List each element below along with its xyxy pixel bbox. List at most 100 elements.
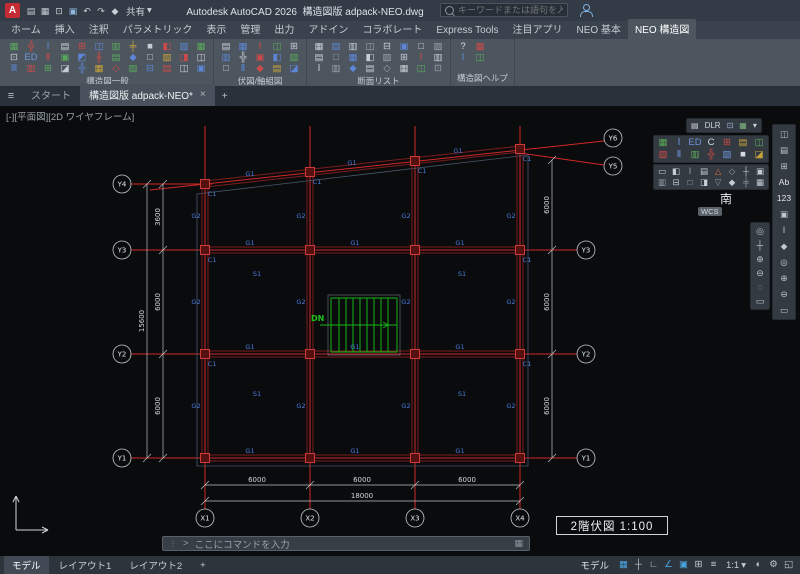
toolbar-icon[interactable]: ⊞ [773, 158, 795, 174]
toolbar-icon[interactable]: ▾ [750, 120, 760, 131]
toolbar-icon[interactable]: ◎ [773, 254, 795, 270]
ribbon-icon[interactable]: ▤ [108, 52, 124, 63]
toolbar-icon[interactable]: ▥ [655, 177, 669, 188]
toolbar-icon[interactable]: ⊕ [773, 270, 795, 286]
ribbon-icon[interactable]: ▥ [218, 52, 234, 63]
ribbon-tab-2[interactable]: 挿入 [48, 19, 82, 39]
tab-model[interactable]: モデル [4, 556, 49, 574]
ribbon-tab-13[interactable]: NEO 構造図 [628, 19, 696, 39]
ribbon-icon[interactable]: ◧ [362, 52, 378, 63]
ribbon-icon[interactable]: ◆ [345, 63, 361, 74]
command-line[interactable]: ⋮ > ここにコマンドを入力 ▦ [162, 536, 530, 551]
ribbon-tab-3[interactable]: 注釈 [82, 19, 116, 39]
ribbon-icon[interactable]: ◆ [252, 63, 268, 74]
model-space-toggle[interactable]: モデル [575, 558, 614, 572]
ribbon-tab-5[interactable]: 表示 [199, 19, 233, 39]
ribbon-icon[interactable]: ◧ [159, 41, 175, 52]
toolbar-icon[interactable]: ▧ [655, 149, 671, 161]
status-icon[interactable]: ▣ [676, 558, 691, 572]
help-search-box[interactable] [440, 3, 568, 17]
toolbar-icon[interactable]: ◪ [751, 149, 767, 161]
toolbar-icon[interactable]: 123 [773, 190, 795, 206]
toolbar-icon[interactable]: ◨ [697, 177, 711, 188]
ribbon-icon[interactable]: ▤ [57, 41, 73, 52]
qat-icon[interactable]: ◆ [108, 4, 122, 18]
toolbar-icon[interactable]: DLR [702, 120, 724, 131]
toolbar-icon[interactable]: ▤ [735, 137, 751, 149]
ribbon-icon[interactable]: ▨ [125, 63, 141, 74]
ribbon-icon[interactable]: □ [328, 52, 344, 63]
status-icon[interactable]: ◐ [751, 558, 766, 572]
ribbon-icon[interactable]: ⊡ [430, 63, 446, 74]
ribbon-tab-4[interactable]: パラメトリック [116, 19, 200, 39]
ribbon-icon[interactable]: ED [23, 52, 39, 63]
ribbon-tab-11[interactable]: 注目アプリ [505, 19, 569, 39]
ribbon-icon[interactable]: □ [413, 41, 429, 52]
ribbon-icon[interactable]: ╬ [23, 41, 39, 52]
close-icon[interactable]: × [200, 89, 206, 100]
toolbar-icon[interactable]: ▭ [773, 302, 795, 318]
nav-icon[interactable]: ◌ [751, 280, 769, 294]
ribbon-icon[interactable]: ▥ [23, 63, 39, 74]
ribbon-icon[interactable]: ▧ [159, 52, 175, 63]
toolbar-icon[interactable]: ◇ [725, 166, 739, 177]
ribbon-icon[interactable]: ▤ [218, 41, 234, 52]
share-button[interactable]: 共有 ▾ [126, 4, 152, 18]
status-icon[interactable]: ▦ [616, 558, 631, 572]
ribbon-icon[interactable]: ▣ [57, 52, 73, 63]
ribbon-icon[interactable]: ▨ [176, 41, 192, 52]
ribbon-icon[interactable]: □ [142, 52, 158, 63]
ribbon-icon[interactable]: Ⅰ [413, 52, 429, 63]
ribbon-icon[interactable]: ◫ [91, 41, 107, 52]
toolbar-icon[interactable]: △ [711, 166, 725, 177]
toolbar-icon[interactable]: ▦ [753, 177, 767, 188]
ribbon-icon[interactable]: ⊡ [6, 52, 22, 63]
toolbar-icon[interactable]: ▭ [655, 166, 669, 177]
ribbon-icon[interactable]: ▥ [108, 41, 124, 52]
ribbon-icon[interactable]: ▤ [159, 63, 175, 74]
toolbar-icon[interactable]: Ⅰ [671, 137, 687, 149]
ribbon-icon[interactable]: ▥ [430, 52, 446, 63]
ribbon-icon[interactable]: ▨ [430, 41, 446, 52]
toolbar-icon[interactable]: C [703, 137, 719, 149]
ribbon-icon[interactable]: ▦ [235, 41, 251, 52]
nav-icon[interactable]: ◎ [751, 224, 769, 238]
add-layout-button[interactable]: + [192, 558, 214, 573]
annotation-scale-button[interactable]: 1:1 ▾ [723, 560, 749, 571]
toolbar-icon[interactable]: ▽ [711, 177, 725, 188]
ribbon-icon[interactable]: Ⅰ [40, 41, 56, 52]
toolbar-icon[interactable]: ▤ [688, 120, 702, 131]
nav-icon[interactable]: ⊖ [751, 266, 769, 280]
ribbon-icon[interactable]: ▣ [396, 41, 412, 52]
toolbar-icon[interactable]: Ab [773, 174, 795, 190]
file-tab-document[interactable]: 構造図版 adpack-NEO* × [80, 84, 215, 106]
ribbon-icon[interactable]: ▨ [379, 52, 395, 63]
ribbon-tab-10[interactable]: Express Tools [429, 23, 505, 39]
search-input[interactable] [458, 5, 563, 15]
ribbon-icon[interactable]: ◩ [74, 52, 90, 63]
ribbon-icon[interactable]: ╬ [74, 63, 90, 74]
status-icon[interactable]: ┼ [631, 558, 646, 572]
toolbar-icon[interactable]: ⊞ [719, 137, 735, 149]
keyboard-icon[interactable]: ▦ [514, 538, 523, 549]
ribbon-tab-12[interactable]: NEO 基本 [569, 19, 627, 39]
tab-layout1[interactable]: レイアウト1 [51, 556, 120, 574]
ribbon-icon[interactable]: ◇ [379, 63, 395, 74]
drag-grip-icon[interactable]: ⋮ [169, 539, 177, 548]
toolbar-icon[interactable]: Ⅱ [671, 149, 687, 161]
ribbon-icon[interactable]: Ⅰ [252, 41, 268, 52]
ribbon-icon[interactable]: ◪ [286, 63, 302, 74]
toolbar-icon[interactable]: ▣ [773, 206, 795, 222]
ribbon-icon[interactable]: ◫ [472, 52, 488, 63]
ribbon-icon[interactable]: Ⅰ [455, 52, 471, 63]
toolbar-icon[interactable]: ╬ [703, 149, 719, 161]
toolbar-icon[interactable]: ▦ [736, 120, 750, 131]
ribbon-tab-7[interactable]: 出力 [267, 19, 301, 39]
toolbar-icon[interactable]: ◫ [751, 137, 767, 149]
ribbon-icon[interactable]: ◫ [176, 63, 192, 74]
status-icon[interactable]: ∠ [661, 558, 676, 572]
ribbon-icon[interactable]: ▤ [269, 63, 285, 74]
toolbar-icon[interactable]: ▣ [753, 166, 767, 177]
toolbar-icon[interactable]: ◆ [773, 238, 795, 254]
ribbon-icon[interactable]: ◧ [269, 52, 285, 63]
